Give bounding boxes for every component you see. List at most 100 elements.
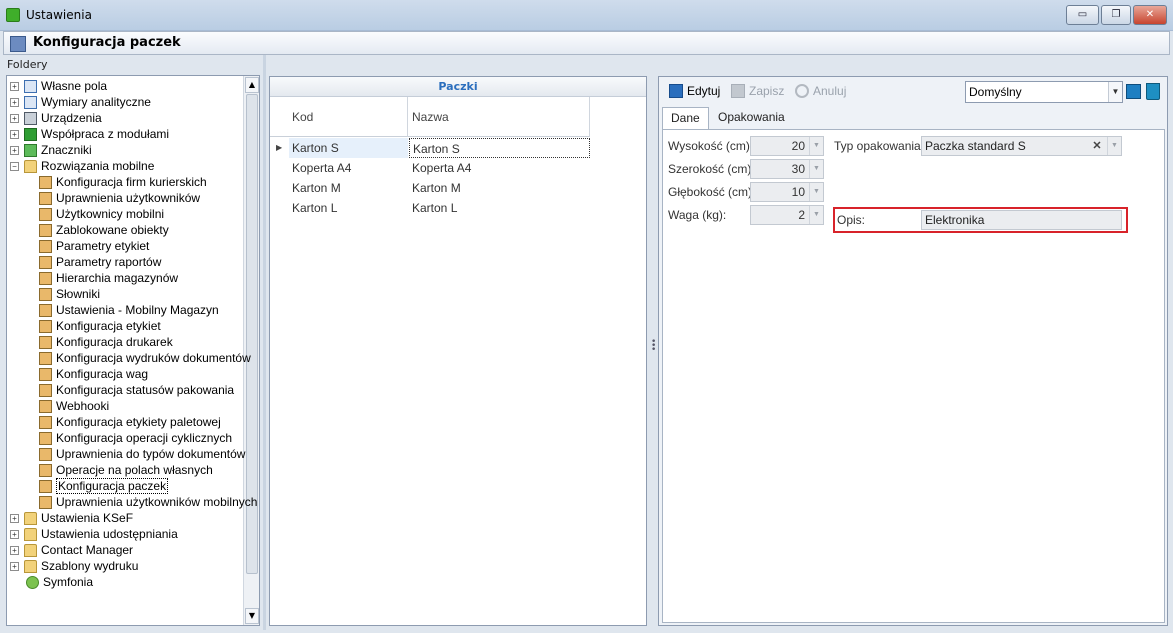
- cell-kod[interactable]: Karton M: [289, 178, 408, 198]
- tree-item[interactable]: Konfiguracja etykiety paletowej: [39, 414, 221, 430]
- tree-item[interactable]: + Ustawienia KSeF: [10, 510, 133, 526]
- opis-field[interactable]: Elektronika: [921, 210, 1122, 230]
- save-button[interactable]: Zapisz: [731, 83, 784, 101]
- column-header-nazwa[interactable]: Nazwa: [408, 97, 590, 137]
- expand-icon[interactable]: +: [10, 114, 19, 124]
- tree-item[interactable]: Uprawnienia użytkowników: [39, 190, 200, 206]
- table-row[interactable]: ▶ Karton S Karton S: [270, 138, 590, 158]
- tree-item[interactable]: − Rozwiązania mobilne: [10, 158, 154, 174]
- tree-item[interactable]: Konfiguracja operacji cyklicznych: [39, 430, 232, 446]
- tree-item[interactable]: Operacje na polach własnych: [39, 462, 213, 478]
- tree-item[interactable]: Konfiguracja wydruków dokumentów: [39, 350, 251, 366]
- tree-item[interactable]: Konfiguracja wag: [39, 366, 148, 382]
- edit-button[interactable]: Edytuj: [669, 83, 720, 101]
- tree-item-label: Szablony wydruku: [41, 559, 139, 573]
- profile-dropdown[interactable]: Domyślny ▼: [965, 81, 1123, 103]
- close-button[interactable]: ✕: [1133, 5, 1167, 25]
- tree-item[interactable]: Uprawnienia użytkowników mobilnych: [39, 494, 257, 510]
- tree-item-label: Wymiary analityczne: [41, 95, 151, 109]
- save-profile-icon[interactable]: [1126, 84, 1141, 99]
- expand-icon[interactable]: +: [10, 530, 19, 540]
- expand-icon[interactable]: +: [10, 82, 19, 92]
- tree-item-label: Uprawnienia użytkowników: [56, 191, 201, 205]
- waga-field[interactable]: 2 ▼: [750, 205, 824, 225]
- expand-icon[interactable]: +: [10, 130, 19, 140]
- tree-item[interactable]: Konfiguracja drukarek: [39, 334, 173, 350]
- table-row[interactable]: Koperta A4 Koperta A4: [270, 158, 590, 178]
- trash-icon[interactable]: [1146, 83, 1160, 100]
- tree-item[interactable]: Zablokowane obiekty: [39, 222, 169, 238]
- cell-nazwa[interactable]: Karton S: [409, 138, 590, 158]
- cell-kod[interactable]: Karton L: [289, 198, 408, 218]
- tree-item[interactable]: Webhooki: [39, 398, 109, 414]
- typ-opakowania-field[interactable]: Paczka standard S ✕ ▼: [921, 136, 1122, 156]
- tree-item-label: Uprawnienia użytkowników mobilnych: [56, 495, 258, 509]
- cell-kod[interactable]: Karton S: [289, 138, 408, 158]
- tree-item[interactable]: Uprawnienia do typów dokumentów: [39, 446, 245, 462]
- minimize-button[interactable]: ▭: [1066, 5, 1099, 25]
- cell-nazwa[interactable]: Koperta A4: [409, 158, 590, 178]
- scroll-up-arrow-icon[interactable]: ▲: [245, 77, 259, 93]
- tree-item[interactable]: Konfiguracja firm kurierskich: [39, 174, 207, 190]
- cancel-button[interactable]: Anuluj: [795, 83, 846, 101]
- tree-item[interactable]: Konfiguracja etykiet: [39, 318, 161, 334]
- chevron-down-icon[interactable]: ▼: [809, 137, 823, 155]
- waga-label: Waga (kg):: [668, 208, 727, 222]
- glebokosc-field[interactable]: 10 ▼: [750, 182, 824, 202]
- table-row[interactable]: Karton L Karton L: [270, 198, 590, 218]
- table-row[interactable]: Karton M Karton M: [270, 178, 590, 198]
- tree-item[interactable]: + Ustawienia udostępniania: [10, 526, 178, 542]
- column-header-kod[interactable]: Kod: [288, 97, 408, 137]
- expand-icon[interactable]: +: [10, 546, 19, 556]
- tree-item[interactable]: Konfiguracja statusów pakowania: [39, 382, 234, 398]
- tree-item[interactable]: Słowniki: [39, 286, 100, 302]
- tree-item[interactable]: + Znaczniki: [10, 142, 92, 158]
- wysokosc-field[interactable]: 20 ▼: [750, 136, 824, 156]
- tree-item[interactable]: Parametry raportów: [39, 254, 161, 270]
- opis-value: Elektronika: [925, 213, 985, 227]
- tree-item[interactable]: Konfiguracja paczek: [39, 478, 169, 494]
- chevron-down-icon[interactable]: ▼: [809, 160, 823, 178]
- tree-item[interactable]: Parametry etykiet: [39, 238, 149, 254]
- chevron-down-icon[interactable]: ▼: [1108, 82, 1122, 102]
- tab-opakowania[interactable]: Opakowania: [710, 107, 793, 129]
- tree-item[interactable]: Ustawienia - Mobilny Magazyn: [39, 302, 219, 318]
- cell-nazwa[interactable]: Karton L: [409, 198, 590, 218]
- tree-item-label: Współpraca z modułami: [41, 127, 170, 141]
- maximize-button[interactable]: ❐: [1101, 5, 1131, 25]
- tree-item[interactable]: + Wymiary analityczne: [10, 94, 151, 110]
- tree-item[interactable]: + Współpraca z modułami: [10, 126, 169, 142]
- clear-icon[interactable]: ✕: [1090, 137, 1104, 155]
- profile-value: Domyślny: [969, 85, 1022, 99]
- grid-title: Paczki: [270, 77, 646, 97]
- chevron-down-icon[interactable]: ▼: [1107, 137, 1121, 155]
- chevron-down-icon[interactable]: ▼: [809, 183, 823, 201]
- tree-item[interactable]: + Szablony wydruku: [10, 558, 138, 574]
- szerokosc-field[interactable]: 30 ▼: [750, 159, 824, 179]
- splitter-grip-icon[interactable]: • • •: [651, 338, 656, 356]
- cell-nazwa[interactable]: Karton M: [409, 178, 590, 198]
- expand-icon[interactable]: +: [10, 146, 19, 156]
- tree-item[interactable]: Użytkownicy mobilni: [39, 206, 164, 222]
- settings-icon: [39, 192, 52, 206]
- tree-item[interactable]: Symfonia: [10, 574, 93, 590]
- tree-item-label: Parametry raportów: [56, 255, 162, 269]
- expand-icon[interactable]: +: [10, 562, 19, 572]
- expand-icon[interactable]: +: [10, 98, 19, 108]
- tab-dane[interactable]: Dane: [662, 107, 709, 129]
- tree-item-label: Ustawienia udostępniania: [41, 527, 178, 541]
- settings-icon: [39, 384, 52, 398]
- chevron-down-icon[interactable]: ▼: [809, 206, 823, 224]
- glebokosc-value: 10: [791, 185, 805, 199]
- tree-item[interactable]: + Urządzenia: [10, 110, 102, 126]
- tree-item[interactable]: Hierarchia magazynów: [39, 270, 178, 286]
- tree-item[interactable]: + Contact Manager: [10, 542, 133, 558]
- tree-item-label: Konfiguracja wag: [56, 367, 149, 381]
- collapse-icon[interactable]: −: [10, 162, 19, 172]
- panel-splitter[interactable]: [263, 55, 266, 630]
- scroll-down-arrow-icon[interactable]: ▼: [245, 608, 259, 624]
- expand-icon[interactable]: +: [10, 514, 19, 524]
- details-toolbar: Edytuj Zapisz Anuluj Domyślny ▼: [659, 77, 1167, 105]
- cell-kod[interactable]: Koperta A4: [289, 158, 408, 178]
- tree-item[interactable]: + Własne pola: [10, 78, 107, 94]
